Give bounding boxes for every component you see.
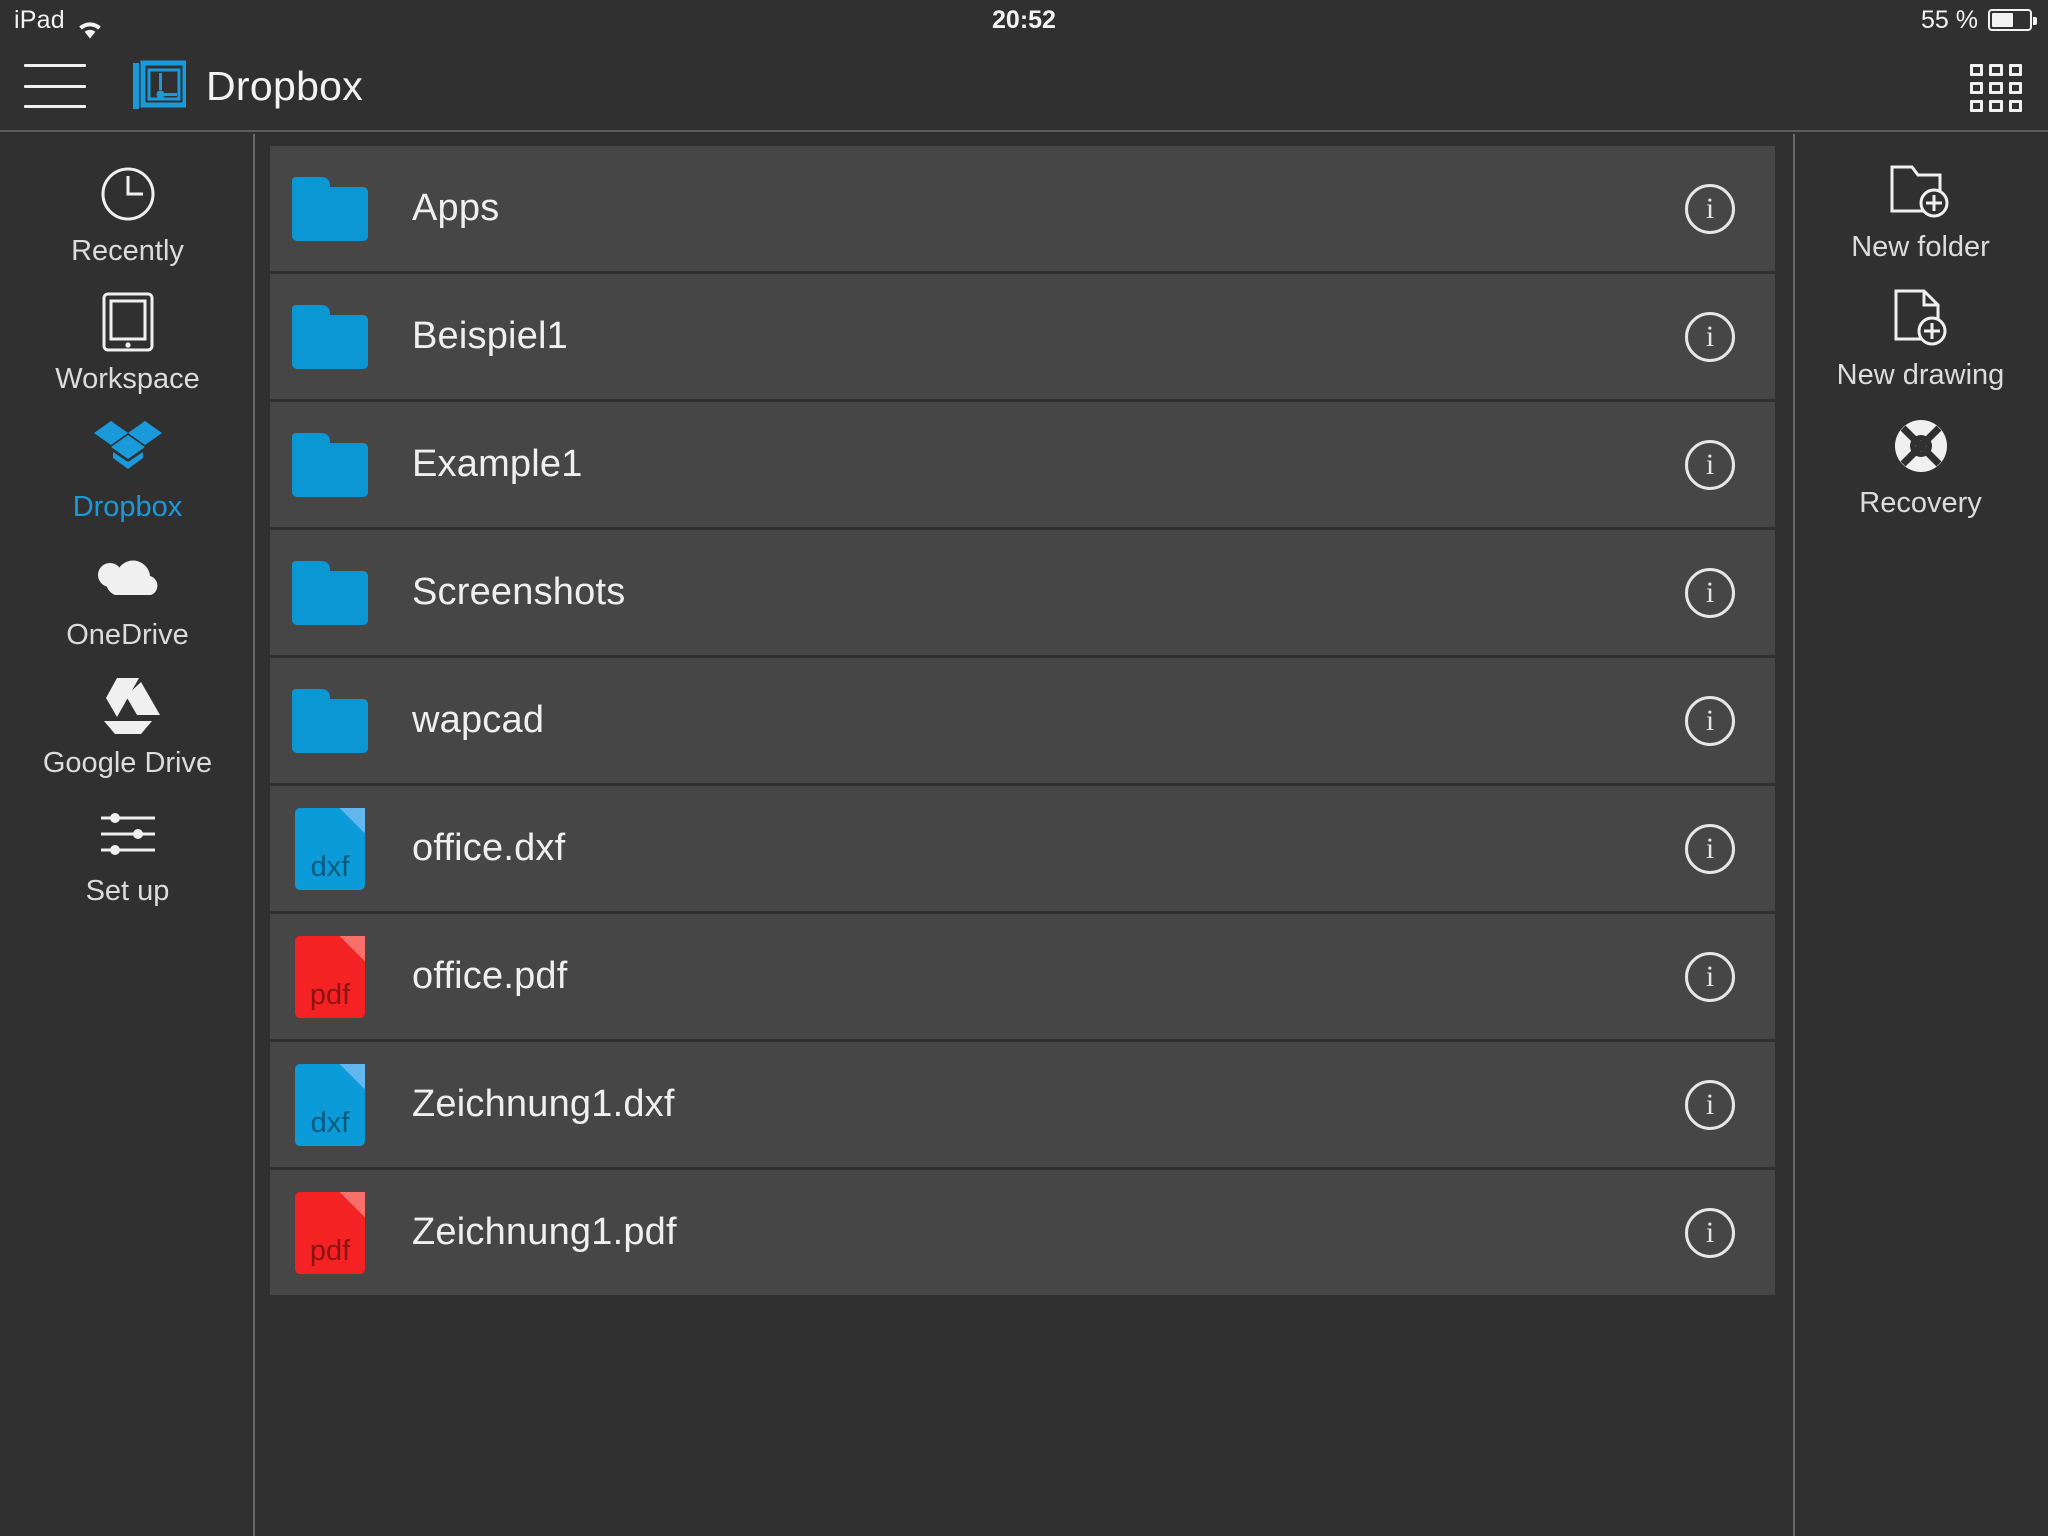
sidebar-item-label: Workspace bbox=[55, 363, 200, 395]
sidebar-item-label: Dropbox bbox=[72, 491, 183, 523]
file-extension-label: pdf bbox=[309, 978, 351, 1011]
clock-icon bbox=[0, 161, 255, 227]
cad-app-logo-icon bbox=[132, 59, 188, 113]
file-name: Apps bbox=[412, 187, 500, 229]
page-title: Dropbox bbox=[206, 62, 364, 109]
new-folder-icon bbox=[1793, 157, 2048, 223]
folder-icon bbox=[290, 680, 370, 762]
grid-view-icon[interactable] bbox=[1970, 64, 2022, 112]
info-icon[interactable]: i bbox=[1685, 439, 1735, 490]
file-extension-label: pdf bbox=[309, 1234, 351, 1267]
status-bar-clock: 20:52 bbox=[992, 6, 1056, 34]
info-icon[interactable]: i bbox=[1685, 695, 1735, 746]
dxf-file-icon: dxf bbox=[290, 807, 370, 890]
file-row[interactable]: wapcad i bbox=[270, 658, 1775, 783]
file-row[interactable]: dxf Zeichnung1.dxf i bbox=[270, 1042, 1775, 1167]
file-row[interactable]: Screenshots i bbox=[270, 530, 1775, 655]
info-icon[interactable]: i bbox=[1685, 823, 1735, 874]
sidebar-item-label: OneDrive bbox=[66, 619, 189, 651]
info-icon[interactable]: i bbox=[1685, 1207, 1735, 1258]
folder-icon bbox=[290, 424, 370, 506]
left-sidebar: Recently Workspace Dropbox OneDrive Goog… bbox=[0, 134, 255, 1536]
new-drawing-button[interactable]: New drawing bbox=[1793, 276, 2048, 404]
sidebar-item-label: Recently bbox=[71, 235, 184, 267]
right-sidebar-item-label: Recovery bbox=[1859, 487, 1982, 519]
new-drawing-icon bbox=[1793, 285, 2048, 351]
file-row[interactable]: pdf Zeichnung1.pdf i bbox=[270, 1170, 1775, 1295]
new-folder-button[interactable]: New folder bbox=[1793, 148, 2048, 276]
sidebar-item-label: Set up bbox=[85, 875, 170, 907]
status-bar-right: 55 % bbox=[1921, 0, 2037, 40]
file-row[interactable]: dxf office.dxf i bbox=[270, 786, 1775, 911]
file-extension-label: dxf bbox=[310, 1106, 350, 1139]
right-sidebar-item-label: New drawing bbox=[1836, 359, 2005, 391]
sliders-icon bbox=[0, 801, 255, 867]
file-row[interactable]: Beispiel1 i bbox=[270, 274, 1775, 399]
app-root: iPad 20:52 55 % Dropbox Recently Workspa… bbox=[0, 0, 2048, 1536]
sidebar-item-onedrive[interactable]: OneDrive bbox=[0, 536, 255, 664]
google-drive-icon bbox=[0, 673, 255, 739]
dropbox-icon bbox=[0, 417, 255, 483]
battery-icon bbox=[1988, 9, 2037, 31]
file-name: Zeichnung1.dxf bbox=[412, 1083, 675, 1125]
file-extension-label: dxf bbox=[310, 850, 350, 883]
right-sidebar: New folder New drawing Recovery bbox=[1793, 134, 2048, 1536]
pdf-file-icon: pdf bbox=[290, 1191, 370, 1274]
folder-icon bbox=[290, 296, 370, 378]
onedrive-cloud-icon bbox=[0, 545, 255, 611]
file-row[interactable]: pdf office.pdf i bbox=[270, 914, 1775, 1039]
info-icon[interactable]: i bbox=[1685, 311, 1735, 362]
file-name: Beispiel1 bbox=[412, 315, 569, 357]
status-bar: iPad 20:52 55 % bbox=[0, 0, 2048, 40]
file-name: Example1 bbox=[412, 443, 583, 485]
battery-percent-label: 55 % bbox=[1921, 6, 1978, 34]
info-icon[interactable]: i bbox=[1685, 1079, 1735, 1130]
pdf-file-icon: pdf bbox=[290, 935, 370, 1018]
hamburger-icon[interactable] bbox=[24, 64, 86, 108]
lifebuoy-icon bbox=[1793, 413, 2048, 479]
info-icon[interactable]: i bbox=[1685, 951, 1735, 1002]
file-name: Zeichnung1.pdf bbox=[412, 1211, 677, 1253]
folder-icon bbox=[290, 552, 370, 634]
file-name: wapcad bbox=[412, 699, 545, 741]
folder-icon bbox=[290, 168, 370, 250]
tablet-icon bbox=[0, 289, 255, 355]
file-name: office.dxf bbox=[412, 827, 566, 869]
file-row[interactable]: Example1 i bbox=[270, 402, 1775, 527]
recovery-button[interactable]: Recovery bbox=[1793, 404, 2048, 532]
app-header: Dropbox bbox=[0, 40, 2048, 132]
sidebar-item-google-drive[interactable]: Google Drive bbox=[0, 664, 255, 792]
sidebar-item-recently[interactable]: Recently bbox=[0, 152, 255, 280]
right-sidebar-item-label: New folder bbox=[1851, 231, 1990, 263]
sidebar-item-setup[interactable]: Set up bbox=[0, 792, 255, 920]
dxf-file-icon: dxf bbox=[290, 1063, 370, 1146]
file-row[interactable]: Apps i bbox=[270, 146, 1775, 271]
info-icon[interactable]: i bbox=[1685, 567, 1735, 618]
sidebar-item-workspace[interactable]: Workspace bbox=[0, 280, 255, 408]
sidebar-item-label: Google Drive bbox=[42, 747, 213, 779]
info-icon[interactable]: i bbox=[1685, 183, 1735, 234]
file-list: Apps i Beispiel1 i Example1 i Screenshots i wapc… bbox=[270, 146, 1775, 1298]
file-name: Screenshots bbox=[412, 571, 626, 613]
sidebar-item-dropbox[interactable]: Dropbox bbox=[0, 408, 255, 536]
file-name: office.pdf bbox=[412, 955, 568, 997]
